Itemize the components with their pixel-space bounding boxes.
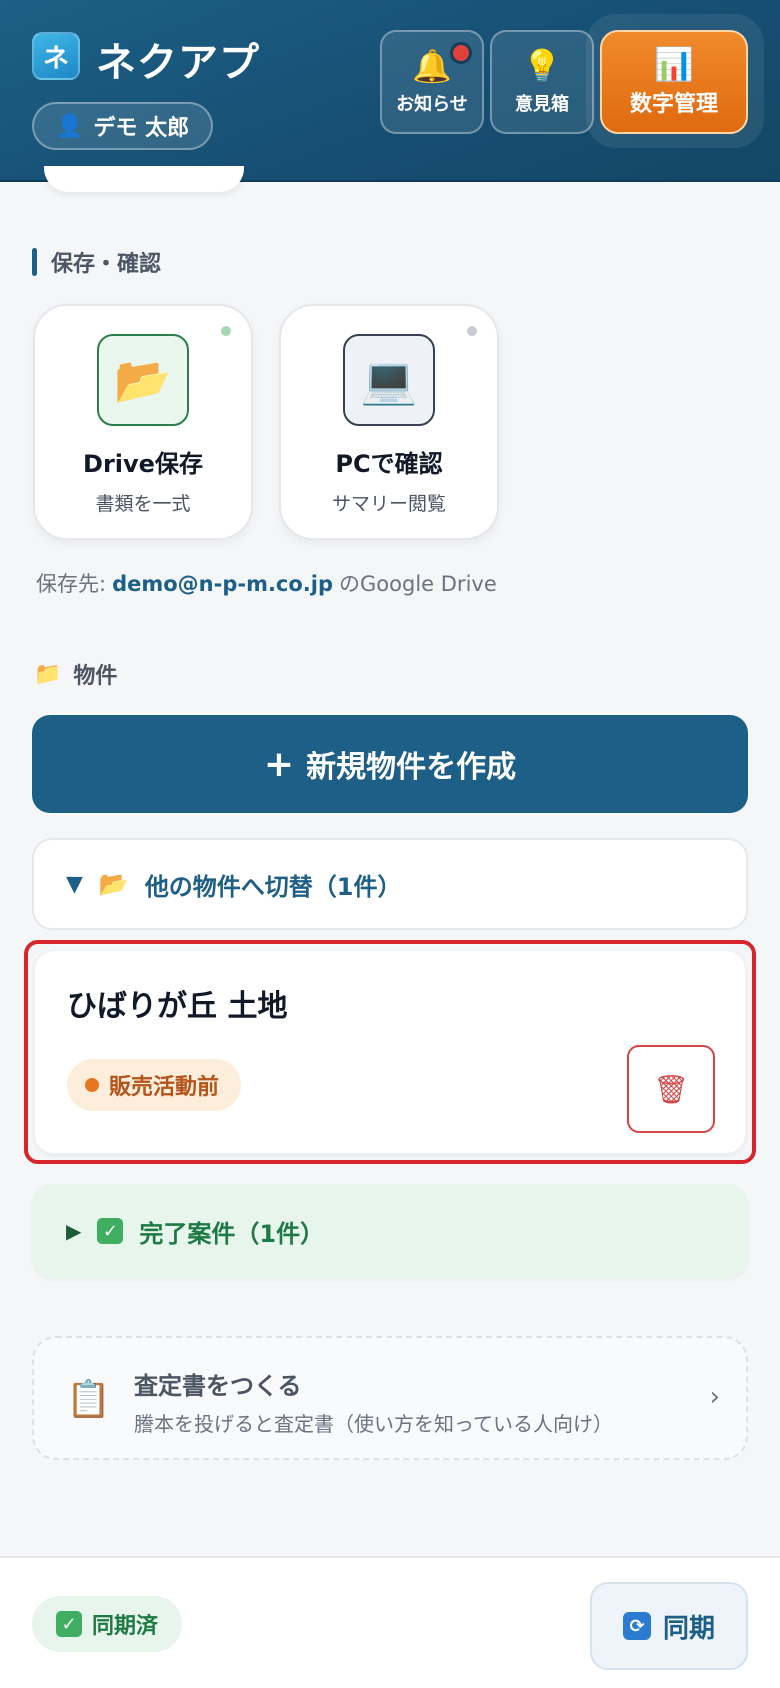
idea-label: 意見箱 — [515, 94, 569, 115]
drive-save-card[interactable]: 📂 Drive保存 書類を一式 — [33, 304, 253, 540]
trash-icon: 🗑 — [653, 1072, 689, 1106]
folder-icon: 📂 — [98, 870, 129, 898]
refresh-icon: ⟳ — [622, 1612, 651, 1640]
folder-icon: 📁 — [34, 661, 62, 687]
status-label: 販売活動前 — [109, 1075, 220, 1100]
pc-card-subtitle: サマリー閲覧 — [331, 493, 446, 515]
user-icon: 👤 — [56, 113, 84, 139]
heading-accent-bar — [32, 248, 37, 276]
user-name: デモ 太郎 — [93, 116, 190, 141]
notice-label: お知らせ — [396, 94, 468, 115]
bar-chart-icon: 📊 — [654, 45, 694, 83]
switch-property-toggle[interactable]: ▼ 📂 他の物件へ切替（1件） — [32, 838, 748, 930]
save-section-heading: 保存・確認 — [32, 246, 161, 278]
current-property-card[interactable]: ひばりが丘 土地 販売活動前 🗑 — [34, 950, 746, 1154]
save-destination: 保存先: demo@n-p-m.co.jp のGoogle Drive — [36, 568, 497, 598]
plus-icon: + — [263, 743, 295, 785]
laptop-icon: 💻 — [343, 334, 435, 426]
check-icon: ✓ — [97, 1218, 124, 1244]
completed-cases-label: 完了案件（1件） — [139, 1219, 325, 1248]
app-title: ネクアプ — [96, 40, 260, 86]
clipboard-icon: 📋 — [66, 1379, 111, 1420]
create-assessment-card[interactable]: 📋 査定書をつくる 謄本を投げると査定書（使い方を知っている人向け） › — [32, 1336, 748, 1460]
app-header: ネ ネクアプ 👤 デモ 太郎 🔔 お知らせ 💡 意見箱 📊 数字管理 — [0, 0, 780, 182]
numbers-label: 数字管理 — [629, 92, 718, 117]
status-dot — [467, 326, 477, 336]
bell-icon: 🔔 — [412, 47, 452, 85]
triangle-right-icon: ▶ — [66, 1219, 82, 1243]
assessment-title: 査定書をつくる — [134, 1372, 302, 1400]
numbers-button[interactable]: 📊 数字管理 — [600, 30, 748, 134]
status-dot — [221, 326, 231, 336]
create-property-label: 新規物件を作成 — [306, 750, 517, 785]
drive-card-title: Drive保存 — [83, 450, 203, 478]
properties-heading: 📁 物件 — [34, 658, 117, 690]
save-dest-suffix: のGoogle Drive — [339, 572, 497, 596]
sync-button[interactable]: ⟳ 同期 — [590, 1582, 748, 1670]
app-logo-icon: ネ — [32, 32, 80, 80]
check-icon: ✓ — [56, 1611, 82, 1637]
switch-property-label: 他の物件へ切替（1件） — [144, 872, 402, 901]
status-badge: 販売活動前 — [67, 1059, 242, 1111]
notice-button[interactable]: 🔔 お知らせ — [380, 30, 484, 134]
save-section-title: 保存・確認 — [51, 252, 162, 277]
sync-status-badge: ✓ 同期済 — [32, 1596, 183, 1652]
lightbulb-icon: 💡 — [522, 47, 562, 85]
triangle-down-icon: ▼ — [66, 871, 83, 897]
user-chip[interactable]: 👤 デモ 太郎 — [32, 102, 214, 150]
pc-view-card[interactable]: 💻 PCで確認 サマリー閲覧 — [279, 304, 499, 540]
delete-property-button[interactable]: 🗑 — [627, 1045, 715, 1133]
scrolled-card-edge — [44, 166, 244, 192]
synced-label: 同期済 — [92, 1614, 159, 1639]
unread-badge — [450, 42, 472, 64]
chevron-right-icon: › — [709, 1382, 720, 1412]
create-property-button[interactable]: + 新規物件を作成 — [32, 715, 748, 813]
footer-bar: ✓ 同期済 ⟳ 同期 — [0, 1556, 780, 1688]
pc-card-title: PCで確認 — [335, 450, 443, 478]
folder-icon: 📂 — [97, 334, 189, 426]
assessment-subtitle: 謄本を投げると査定書（使い方を知っている人向け） — [134, 1412, 613, 1436]
main-content: 保存・確認 📂 Drive保存 書類を一式 💻 PCで確認 サマリー閲覧 保存先… — [0, 166, 780, 1556]
properties-title: 物件 — [73, 664, 118, 689]
save-dest-prefix: 保存先: — [36, 572, 107, 596]
drive-card-subtitle: 書類を一式 — [95, 493, 191, 515]
save-dest-email: demo@n-p-m.co.jp — [112, 572, 334, 596]
property-name: ひばりが丘 土地 — [67, 989, 288, 1024]
status-dot — [85, 1078, 99, 1092]
sync-label: 同期 — [662, 1613, 715, 1644]
completed-cases-toggle[interactable]: ▶ ✓ 完了案件（1件） — [32, 1184, 748, 1278]
idea-box-button[interactable]: 💡 意見箱 — [490, 30, 594, 134]
